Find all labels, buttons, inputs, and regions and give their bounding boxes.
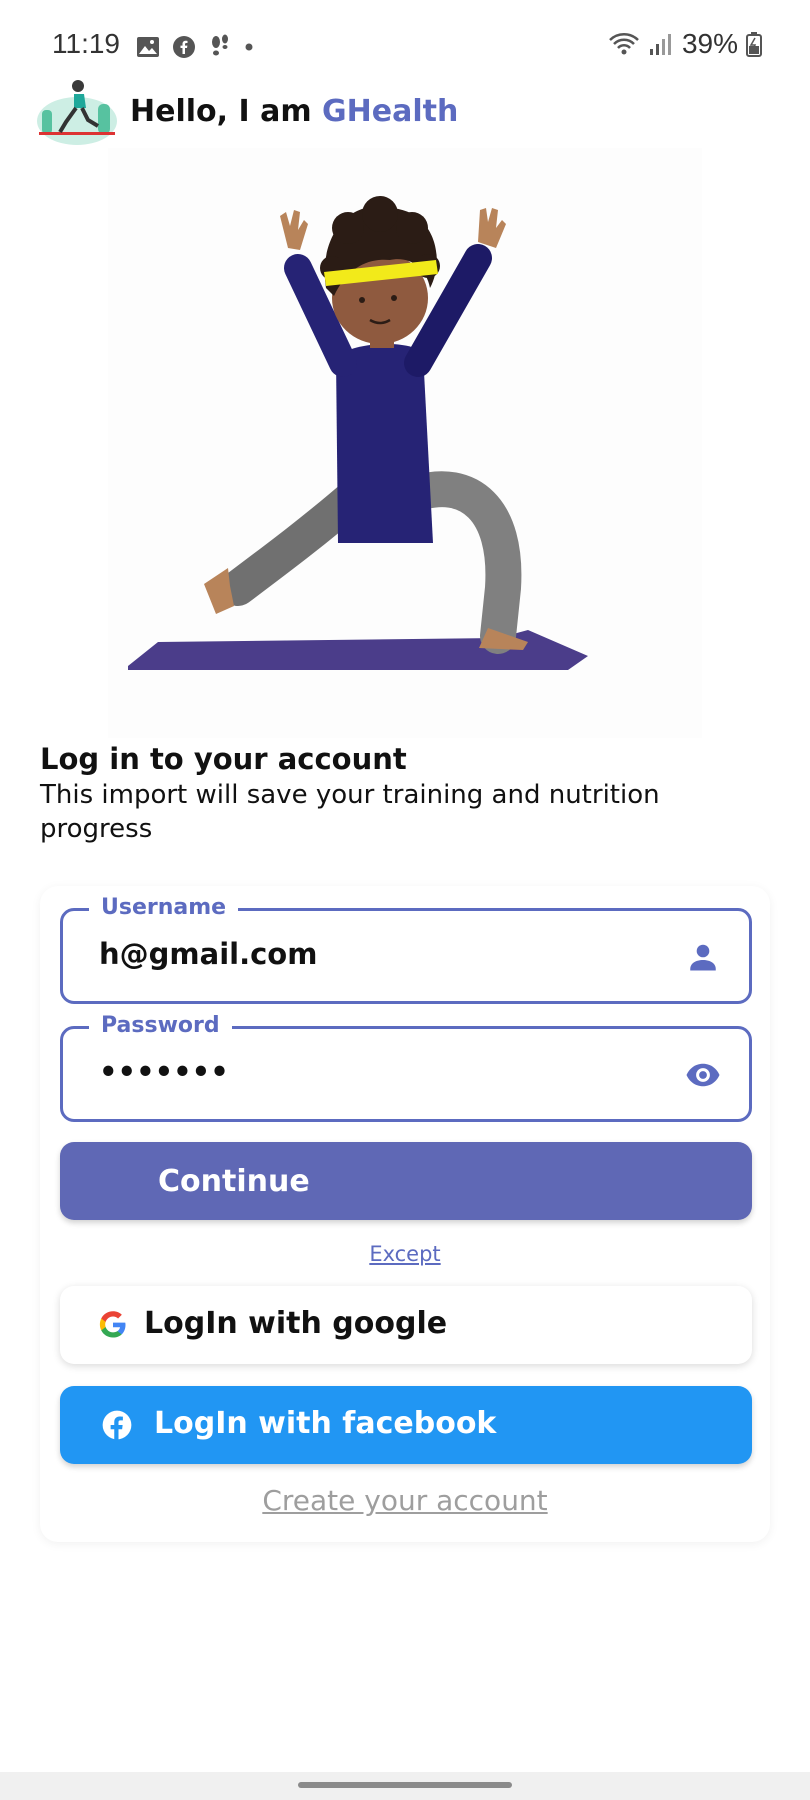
google-login-label: LogIn with google — [144, 1306, 448, 1341]
password-field[interactable]: Password ••••••• — [60, 1013, 752, 1122]
google-login-button[interactable]: LogIn with google — [60, 1286, 752, 1364]
brand-name: GHealth — [322, 93, 459, 129]
footsteps-icon — [212, 34, 228, 56]
app-logo — [37, 80, 117, 145]
image-icon — [137, 37, 159, 57]
facebook-icon — [173, 36, 195, 58]
username-label: Username — [89, 895, 239, 920]
password-value[interactable]: ••••••• — [99, 1055, 229, 1089]
signal-icon — [649, 34, 671, 55]
dot-icon — [245, 43, 253, 51]
app-header: Hello, I am GHealth — [36, 76, 458, 146]
google-icon — [99, 1311, 126, 1338]
username-field[interactable]: Username h@gmail.com — [60, 895, 752, 1004]
home-gesture-handle[interactable] — [298, 1782, 512, 1788]
create-account-link[interactable]: Create your account — [40, 1484, 770, 1517]
eye-icon[interactable] — [685, 1057, 721, 1093]
battery-icon — [746, 32, 762, 57]
greeting: Hello, I am GHealth — [130, 94, 458, 129]
yoga-illustration — [108, 148, 702, 738]
login-title: Log in to your account — [40, 742, 407, 776]
except-link[interactable]: Except — [40, 1242, 770, 1266]
continue-label: Continue — [158, 1164, 310, 1199]
continue-button[interactable]: Continue — [60, 1142, 752, 1220]
facebook-icon — [102, 1410, 132, 1440]
facebook-login-button[interactable]: LogIn with facebook — [60, 1386, 752, 1464]
battery-text: 39% — [681, 28, 738, 59]
username-value[interactable]: h@gmail.com — [99, 937, 317, 971]
login-card: Username h@gmail.com Password ••••••• Co… — [40, 886, 770, 1542]
login-subtitle: This import will save your training and … — [40, 780, 660, 844]
status-time: 11:19 — [52, 28, 120, 59]
password-label: Password — [89, 1013, 232, 1038]
person-icon — [690, 944, 716, 971]
greeting-text: Hello, I am — [130, 93, 323, 129]
navigation-bar — [0, 1772, 810, 1800]
facebook-login-label: LogIn with facebook — [154, 1406, 497, 1441]
wifi-icon — [609, 33, 639, 55]
